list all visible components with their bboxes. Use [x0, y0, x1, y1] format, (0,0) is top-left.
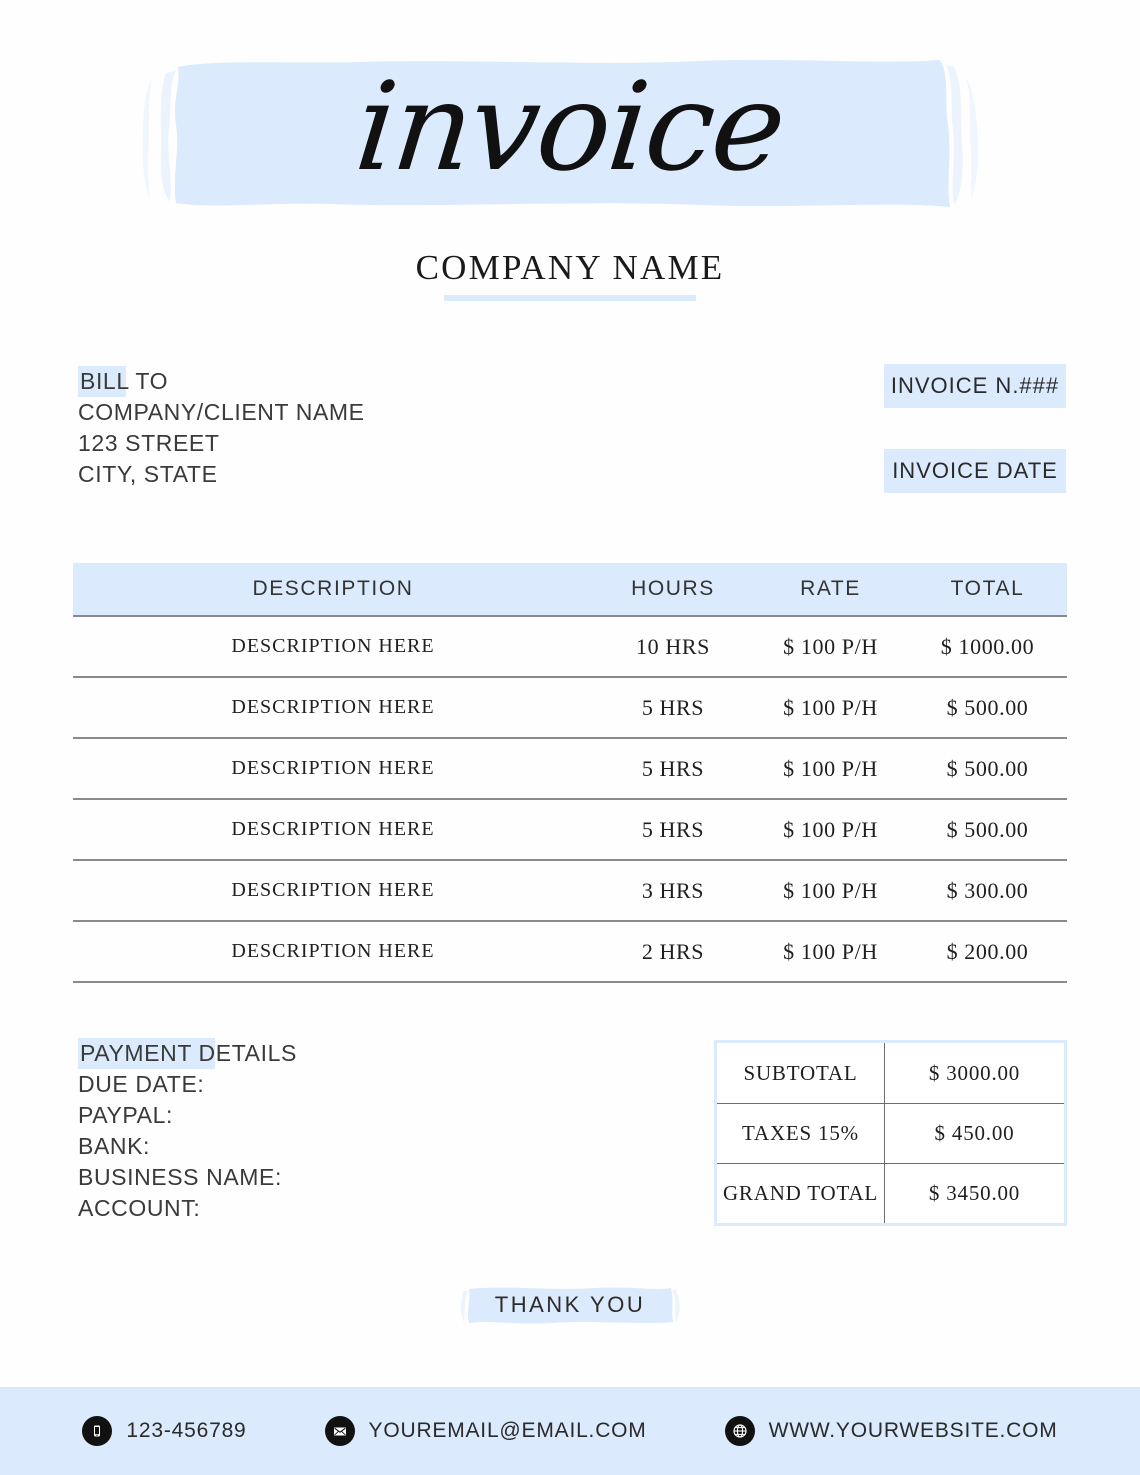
table-row: DESCRIPTION HERE 2 HRS $ 100 P/H $ 200.0… — [73, 922, 1067, 983]
cell-description: DESCRIPTION HERE — [231, 818, 435, 840]
footer-website-text: WWW.YOURWEBSITE.COM — [768, 1419, 1058, 1442]
invoice-page: invoice COMPANY NAME BILL TO COMPANY/CLI… — [0, 0, 1140, 1475]
cell-rate: $ 100 P/H — [783, 755, 878, 781]
phone-glyph — [94, 1425, 101, 1437]
payment-detail-line: BUSINESS NAME: — [78, 1164, 282, 1190]
cell-total: $ 500.00 — [946, 816, 1029, 842]
globe-icon — [724, 1416, 755, 1446]
line-items-table: DESCRIPTION HOURS RATE TOTAL DESCRIPTION… — [73, 563, 1067, 983]
cell-total: $ 300.00 — [946, 877, 1029, 903]
invoice-date-field[interactable]: INVOICE DATE — [884, 449, 1066, 493]
cell-total: $ 200.00 — [946, 938, 1029, 964]
cell-rate: $ 100 P/H — [783, 633, 878, 659]
bill-to-block: BILL TO COMPANY/CLIENT NAME 123 STREET C… — [78, 366, 365, 490]
totals-box: SUBTOTAL $ 3000.00 TAXES 15% $ 450.00 GR… — [714, 1040, 1067, 1226]
cell-rate: $ 100 P/H — [783, 816, 878, 842]
cell-description: DESCRIPTION HERE — [231, 757, 435, 779]
table-row: DESCRIPTION HERE 5 HRS $ 100 P/H $ 500.0… — [73, 800, 1067, 861]
totals-value: $ 3450.00 — [928, 1181, 1021, 1205]
table-row: DESCRIPTION HERE 5 HRS $ 100 P/H $ 500.0… — [73, 678, 1067, 739]
table-row: DESCRIPTION HERE 5 HRS $ 100 P/H $ 500.0… — [73, 739, 1067, 800]
cell-description: DESCRIPTION HERE — [231, 696, 435, 718]
invoice-number-field[interactable]: INVOICE N.### — [884, 364, 1066, 408]
cell-rate: $ 100 P/H — [783, 877, 878, 903]
phone-icon — [82, 1416, 113, 1446]
footer-contact-website[interactable]: WWW.YOURWEBSITE.COM — [724, 1416, 1058, 1446]
thank-you-banner: THANK YOU — [455, 1283, 685, 1327]
column-header-hours: HOURS — [631, 577, 715, 600]
table-row: DESCRIPTION HERE 3 HRS $ 100 P/H $ 300.0… — [73, 861, 1067, 922]
page-title: invoice — [349, 56, 791, 198]
cell-total: $ 500.00 — [946, 755, 1029, 781]
cell-total: $ 500.00 — [946, 694, 1029, 720]
totals-row-subtotal: SUBTOTAL $ 3000.00 — [717, 1043, 1064, 1103]
payment-detail-line: BANK: — [78, 1133, 151, 1159]
totals-label: TAXES 15% — [717, 1104, 885, 1163]
payment-detail-line: ACCOUNT: — [78, 1195, 201, 1221]
company-name: COMPANY NAME — [415, 248, 725, 287]
cell-hours: 3 HRS — [641, 877, 705, 903]
email-icon — [324, 1416, 355, 1446]
footer-bar: 123-456789 YOUREMAIL@EMAIL.COM WWW.YOURW… — [0, 1387, 1140, 1475]
totals-row-taxes: TAXES 15% $ 450.00 — [717, 1103, 1064, 1163]
payment-detail-line: DUE DATE: — [78, 1071, 205, 1097]
bill-to-heading: BILL TO — [78, 366, 171, 397]
cell-hours: 5 HRS — [641, 694, 705, 720]
envelope-glyph — [333, 1427, 346, 1436]
thank-you-text: THANK YOU — [494, 1292, 646, 1317]
cell-description: DESCRIPTION HERE — [231, 940, 435, 962]
column-header-total: TOTAL — [950, 577, 1025, 600]
totals-label: SUBTOTAL — [717, 1043, 885, 1103]
payment-details-heading: PAYMENT DETAILS — [78, 1038, 299, 1069]
totals-label: GRAND TOTAL — [717, 1164, 885, 1223]
cell-rate: $ 100 P/H — [783, 694, 878, 720]
bill-to-line: 123 STREET — [78, 430, 220, 456]
payment-details-block: PAYMENT DETAILS DUE DATE: PAYPAL: BANK: … — [78, 1038, 299, 1224]
bill-to-line: CITY, STATE — [78, 461, 218, 487]
cell-hours: 2 HRS — [641, 938, 705, 964]
cell-hours: 5 HRS — [641, 755, 705, 781]
table-header-row: DESCRIPTION HOURS RATE TOTAL — [73, 563, 1067, 617]
cell-description: DESCRIPTION HERE — [231, 635, 435, 657]
company-name-block: COMPANY NAME — [0, 248, 1140, 301]
cell-hours: 10 HRS — [636, 633, 710, 659]
totals-value: $ 3000.00 — [928, 1060, 1021, 1085]
footer-contact-email[interactable]: YOUREMAIL@EMAIL.COM — [324, 1416, 647, 1446]
footer-email-text: YOUREMAIL@EMAIL.COM — [368, 1419, 647, 1442]
bill-to-line: COMPANY/CLIENT NAME — [78, 399, 365, 425]
column-header-description: DESCRIPTION — [252, 577, 414, 600]
globe-glyph — [732, 1424, 747, 1438]
footer-phone-text: 123-456789 — [126, 1419, 247, 1442]
payment-detail-line: PAYPAL: — [78, 1102, 173, 1128]
cell-total: $ 1000.00 — [940, 633, 1035, 659]
totals-row-grand-total: GRAND TOTAL $ 3450.00 — [717, 1163, 1064, 1223]
cell-hours: 5 HRS — [641, 816, 705, 842]
table-row: DESCRIPTION HERE 10 HRS $ 100 P/H $ 1000… — [73, 617, 1067, 678]
footer-contact-phone[interactable]: 123-456789 — [82, 1416, 246, 1446]
cell-rate: $ 100 P/H — [783, 938, 878, 964]
cell-description: DESCRIPTION HERE — [231, 879, 435, 901]
company-name-underline — [444, 295, 696, 301]
totals-value: $ 450.00 — [934, 1121, 1015, 1145]
column-header-rate: RATE — [800, 577, 861, 600]
